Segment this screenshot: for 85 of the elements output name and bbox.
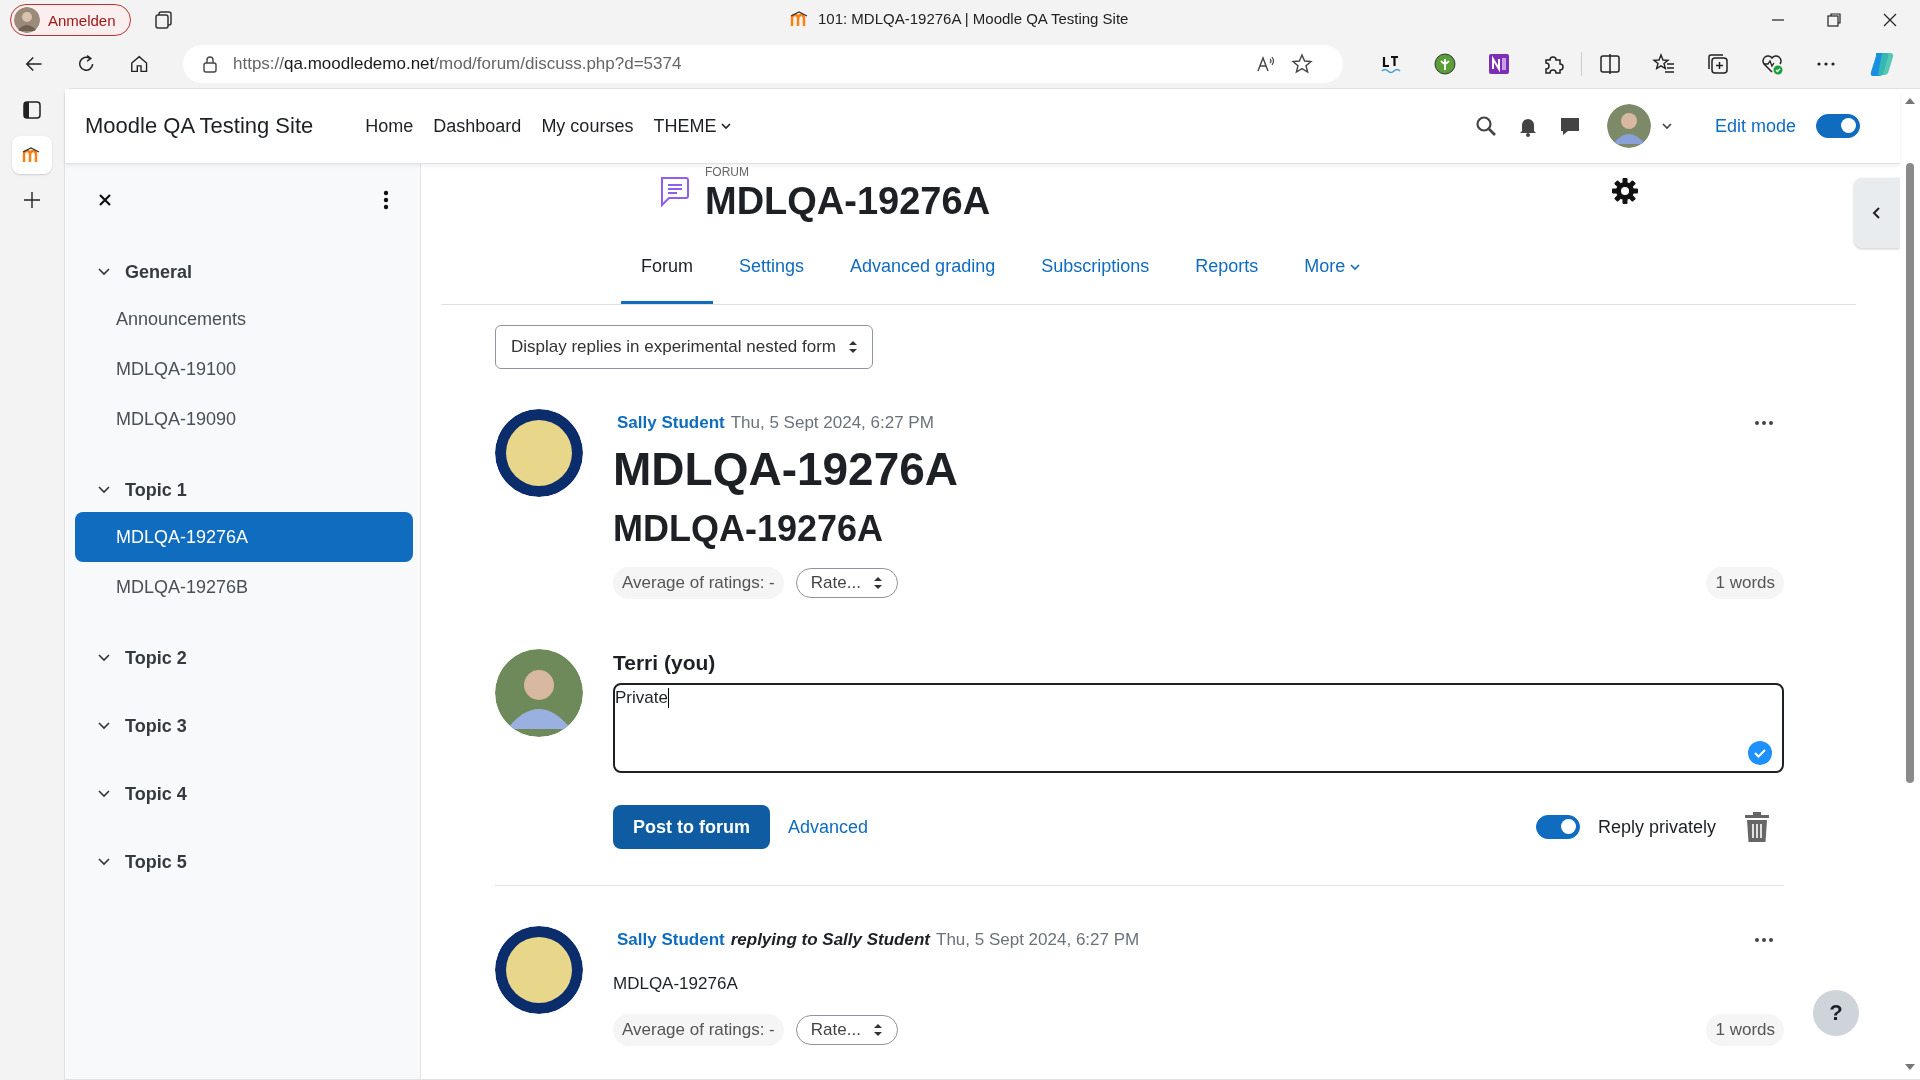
- advanced-link[interactable]: Advanced: [788, 816, 869, 838]
- edit-mode-label: Edit mode: [1714, 115, 1796, 137]
- trash-icon[interactable]: [1744, 812, 1770, 842]
- tab[interactable]: Reports: [1175, 246, 1279, 304]
- collections-icon[interactable]: [1706, 52, 1730, 76]
- word-count: 1 words: [1706, 1014, 1784, 1046]
- tab[interactable]: Advanced grading: [830, 246, 1016, 304]
- more-icon[interactable]: [1754, 420, 1774, 426]
- sort-arrows-icon: [872, 576, 883, 590]
- author-link[interactable]: Sally Student: [617, 413, 725, 433]
- site-name[interactable]: Moodle QA Testing Site: [85, 113, 314, 139]
- notebook-extension-icon[interactable]: [1487, 52, 1511, 76]
- author-link[interactable]: Sally Student: [617, 930, 725, 950]
- post-subject: MDLQA-19276A: [613, 442, 960, 497]
- sort-arrows-icon: [848, 340, 859, 354]
- section-title[interactable]: General: [125, 261, 193, 283]
- sidebar-item[interactable]: MDLQA-19276A: [75, 512, 413, 562]
- reply-privately-label: Reply privately: [1597, 816, 1716, 838]
- post-date: Thu, 5 Sept 2024, 6:27 PM: [730, 413, 934, 433]
- check-icon: [1748, 741, 1772, 765]
- post-heading: MDLQA-19276A: [613, 507, 885, 551]
- sort-arrows-icon: [872, 1023, 883, 1037]
- edit-mode-switch[interactable]: [1816, 114, 1860, 138]
- caret-icon: [720, 120, 733, 132]
- section-title[interactable]: Topic 4: [125, 783, 187, 805]
- reply-author: Terri (you): [613, 650, 717, 676]
- section-title[interactable]: Topic 5: [125, 851, 187, 873]
- tab[interactable]: More: [1284, 246, 1382, 304]
- reply-field[interactable]: Private: [613, 683, 1784, 773]
- word-count: 1 words: [1706, 567, 1784, 599]
- sidebar-item[interactable]: MDLQA-19100: [75, 344, 413, 394]
- kebab-menu-icon[interactable]: [383, 190, 389, 210]
- nav-link[interactable]: My courses: [541, 115, 634, 137]
- sidebar-item[interactable]: MDLQA-19276B: [75, 562, 413, 612]
- scroll-down-icon[interactable]: [1904, 1063, 1916, 1071]
- close-icon[interactable]: [97, 192, 113, 208]
- sidebar-item[interactable]: MDLQA-19090: [75, 394, 413, 444]
- display-mode-select[interactable]: Display replies in experimental nested form: [495, 325, 874, 369]
- moodle-tab-icon[interactable]: [12, 136, 52, 174]
- rating-average: Average of ratings: -: [613, 1014, 784, 1046]
- drawer-toggle-button[interactable]: [1854, 178, 1900, 248]
- user-avatar[interactable]: [1606, 104, 1651, 148]
- health-heart-icon[interactable]: [1760, 52, 1784, 76]
- moodle-logo-icon: [790, 10, 810, 27]
- tab[interactable]: Forum: [621, 246, 713, 304]
- window-title: 101: MDLQA-19276A | Moodle QA Testing Site: [818, 10, 1129, 27]
- section-title[interactable]: Topic 1: [125, 479, 187, 501]
- help-button[interactable]: ?: [1813, 990, 1859, 1036]
- nav-link[interactable]: Dashboard: [433, 115, 522, 137]
- favorite-star-icon[interactable]: [1291, 53, 1313, 75]
- section-title[interactable]: Topic 2: [125, 647, 187, 669]
- reply-privately-switch[interactable]: [1535, 815, 1580, 839]
- more-icon[interactable]: [1754, 937, 1774, 943]
- page-title: MDLQA-19276A: [705, 179, 991, 224]
- nav-link[interactable]: Home: [365, 115, 414, 137]
- favorites-list-icon[interactable]: [1652, 52, 1676, 76]
- scroll-up-icon[interactable]: [1904, 97, 1916, 105]
- rating-average: Average of ratings: -: [613, 567, 784, 599]
- caret-icon[interactable]: [1660, 120, 1673, 132]
- tab[interactable]: Subscriptions: [1021, 246, 1170, 304]
- scrollbar-thumb[interactable]: [1906, 163, 1914, 783]
- settings-icon[interactable]: [1610, 176, 1640, 206]
- sidebar-item[interactable]: Announcements: [75, 294, 413, 344]
- nav-link[interactable]: THEME: [653, 115, 733, 137]
- tab[interactable]: Settings: [719, 246, 825, 304]
- activity-type-label: FORUM: [705, 166, 750, 178]
- tabs-icon[interactable]: [152, 9, 175, 31]
- post-text: MDLQA-19276A: [613, 973, 739, 995]
- post-to-forum-button[interactable]: Post to forum: [613, 805, 770, 849]
- lock-icon: [201, 55, 219, 73]
- restore-icon[interactable]: [1826, 12, 1842, 28]
- profile-button[interactable]: Anmelden: [10, 4, 131, 36]
- close-icon[interactable]: [1882, 12, 1898, 28]
- chat-icon[interactable]: [1558, 115, 1581, 137]
- avatar-icon: [14, 7, 40, 33]
- search-icon[interactable]: [1474, 115, 1497, 137]
- home-icon[interactable]: [128, 53, 149, 75]
- url-text: https://qa.moodledemo.net/mod/forum/discuss.php?d=5374: [233, 54, 682, 74]
- reply-relation: replying to Sally Student: [730, 930, 930, 950]
- section-title[interactable]: Topic 3: [125, 715, 187, 737]
- split-screen-icon[interactable]: [1598, 52, 1622, 76]
- address-bar[interactable]: https://qa.moodledemo.net/mod/forum/discuss.php?d=5374: [183, 45, 1343, 83]
- new-tab-icon[interactable]: [22, 190, 42, 210]
- sidebar-panel-icon[interactable]: [22, 100, 42, 120]
- post-date: Thu, 5 Sept 2024, 6:27 PM: [936, 930, 1140, 950]
